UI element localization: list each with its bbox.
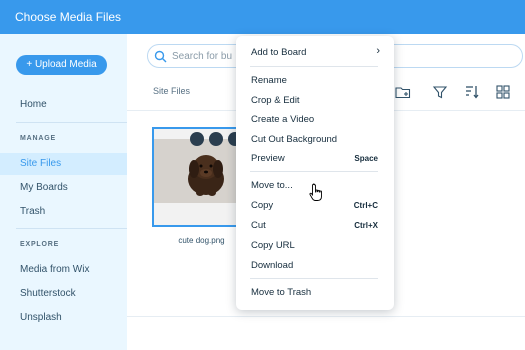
chevron-right-icon: › <box>376 45 380 57</box>
sidebar: + Upload Media Home MANAGE Site Files My… <box>0 34 127 350</box>
sidebar-item-trash[interactable]: Trash <box>0 201 127 223</box>
hand-cursor-icon <box>309 183 322 201</box>
dog-image <box>154 139 245 203</box>
preview-shortcut: Space <box>354 154 378 163</box>
menu-item-create-video[interactable]: Create a Video <box>251 114 314 125</box>
sidebar-item-my-boards[interactable]: My Boards <box>0 177 127 199</box>
sidebar-item-shutterstock[interactable]: Shutterstock <box>0 283 127 305</box>
menu-separator <box>250 171 378 172</box>
menu-item-move-to[interactable]: Move to... <box>251 180 293 191</box>
search-input-end <box>394 44 523 68</box>
media-thumbnail[interactable] <box>152 127 247 227</box>
menu-item-copy[interactable]: Copy <box>251 200 273 211</box>
menu-item-download[interactable]: Download <box>251 260 293 271</box>
upload-media-button[interactable]: + Upload Media <box>16 55 107 75</box>
file-name: cute dog.png <box>178 236 225 245</box>
grid-view-icon[interactable] <box>495 84 511 100</box>
menu-item-cut-background[interactable]: Cut Out Background <box>251 134 337 145</box>
footer-divider <box>127 316 525 317</box>
menu-item-cut[interactable]: Cut <box>251 220 266 231</box>
new-folder-icon[interactable] <box>395 84 411 100</box>
top-bar: Choose Media Files <box>0 0 525 34</box>
context-menu: Add to Board › Rename Crop & Edit Create… <box>236 36 394 310</box>
sidebar-divider <box>16 228 127 229</box>
copy-shortcut: Ctrl+C <box>353 201 378 210</box>
search-icon <box>154 50 167 63</box>
breadcrumb: Site Files <box>153 86 191 96</box>
sort-icon[interactable] <box>464 84 480 100</box>
bookmark-action-icon[interactable] <box>209 132 223 146</box>
filter-icon[interactable] <box>432 84 448 100</box>
menu-item-preview[interactable]: Preview <box>251 153 285 164</box>
crop-action-icon[interactable] <box>190 132 204 146</box>
cut-shortcut: Ctrl+X <box>354 221 378 230</box>
sidebar-item-home[interactable]: Home <box>0 94 127 116</box>
menu-separator <box>250 278 378 279</box>
sidebar-divider <box>16 122 127 123</box>
dialog-title: Choose Media Files <box>15 10 122 24</box>
menu-item-move-to-trash[interactable]: Move to Trash <box>251 287 311 298</box>
menu-item-add-to-board[interactable]: Add to Board <box>251 47 306 58</box>
menu-item-copy-url[interactable]: Copy URL <box>251 240 295 251</box>
sidebar-item-media-from-wix[interactable]: Media from Wix <box>0 259 127 281</box>
sidebar-item-site-files[interactable]: Site Files <box>0 153 127 175</box>
explore-section-label: EXPLORE <box>20 241 60 248</box>
menu-item-rename[interactable]: Rename <box>251 75 287 86</box>
search-placeholder: Search for bu <box>172 51 233 62</box>
manage-section-label: MANAGE <box>20 135 56 142</box>
menu-item-crop-edit[interactable]: Crop & Edit <box>251 95 300 106</box>
menu-separator <box>250 66 378 67</box>
sidebar-item-unsplash[interactable]: Unsplash <box>0 307 127 329</box>
